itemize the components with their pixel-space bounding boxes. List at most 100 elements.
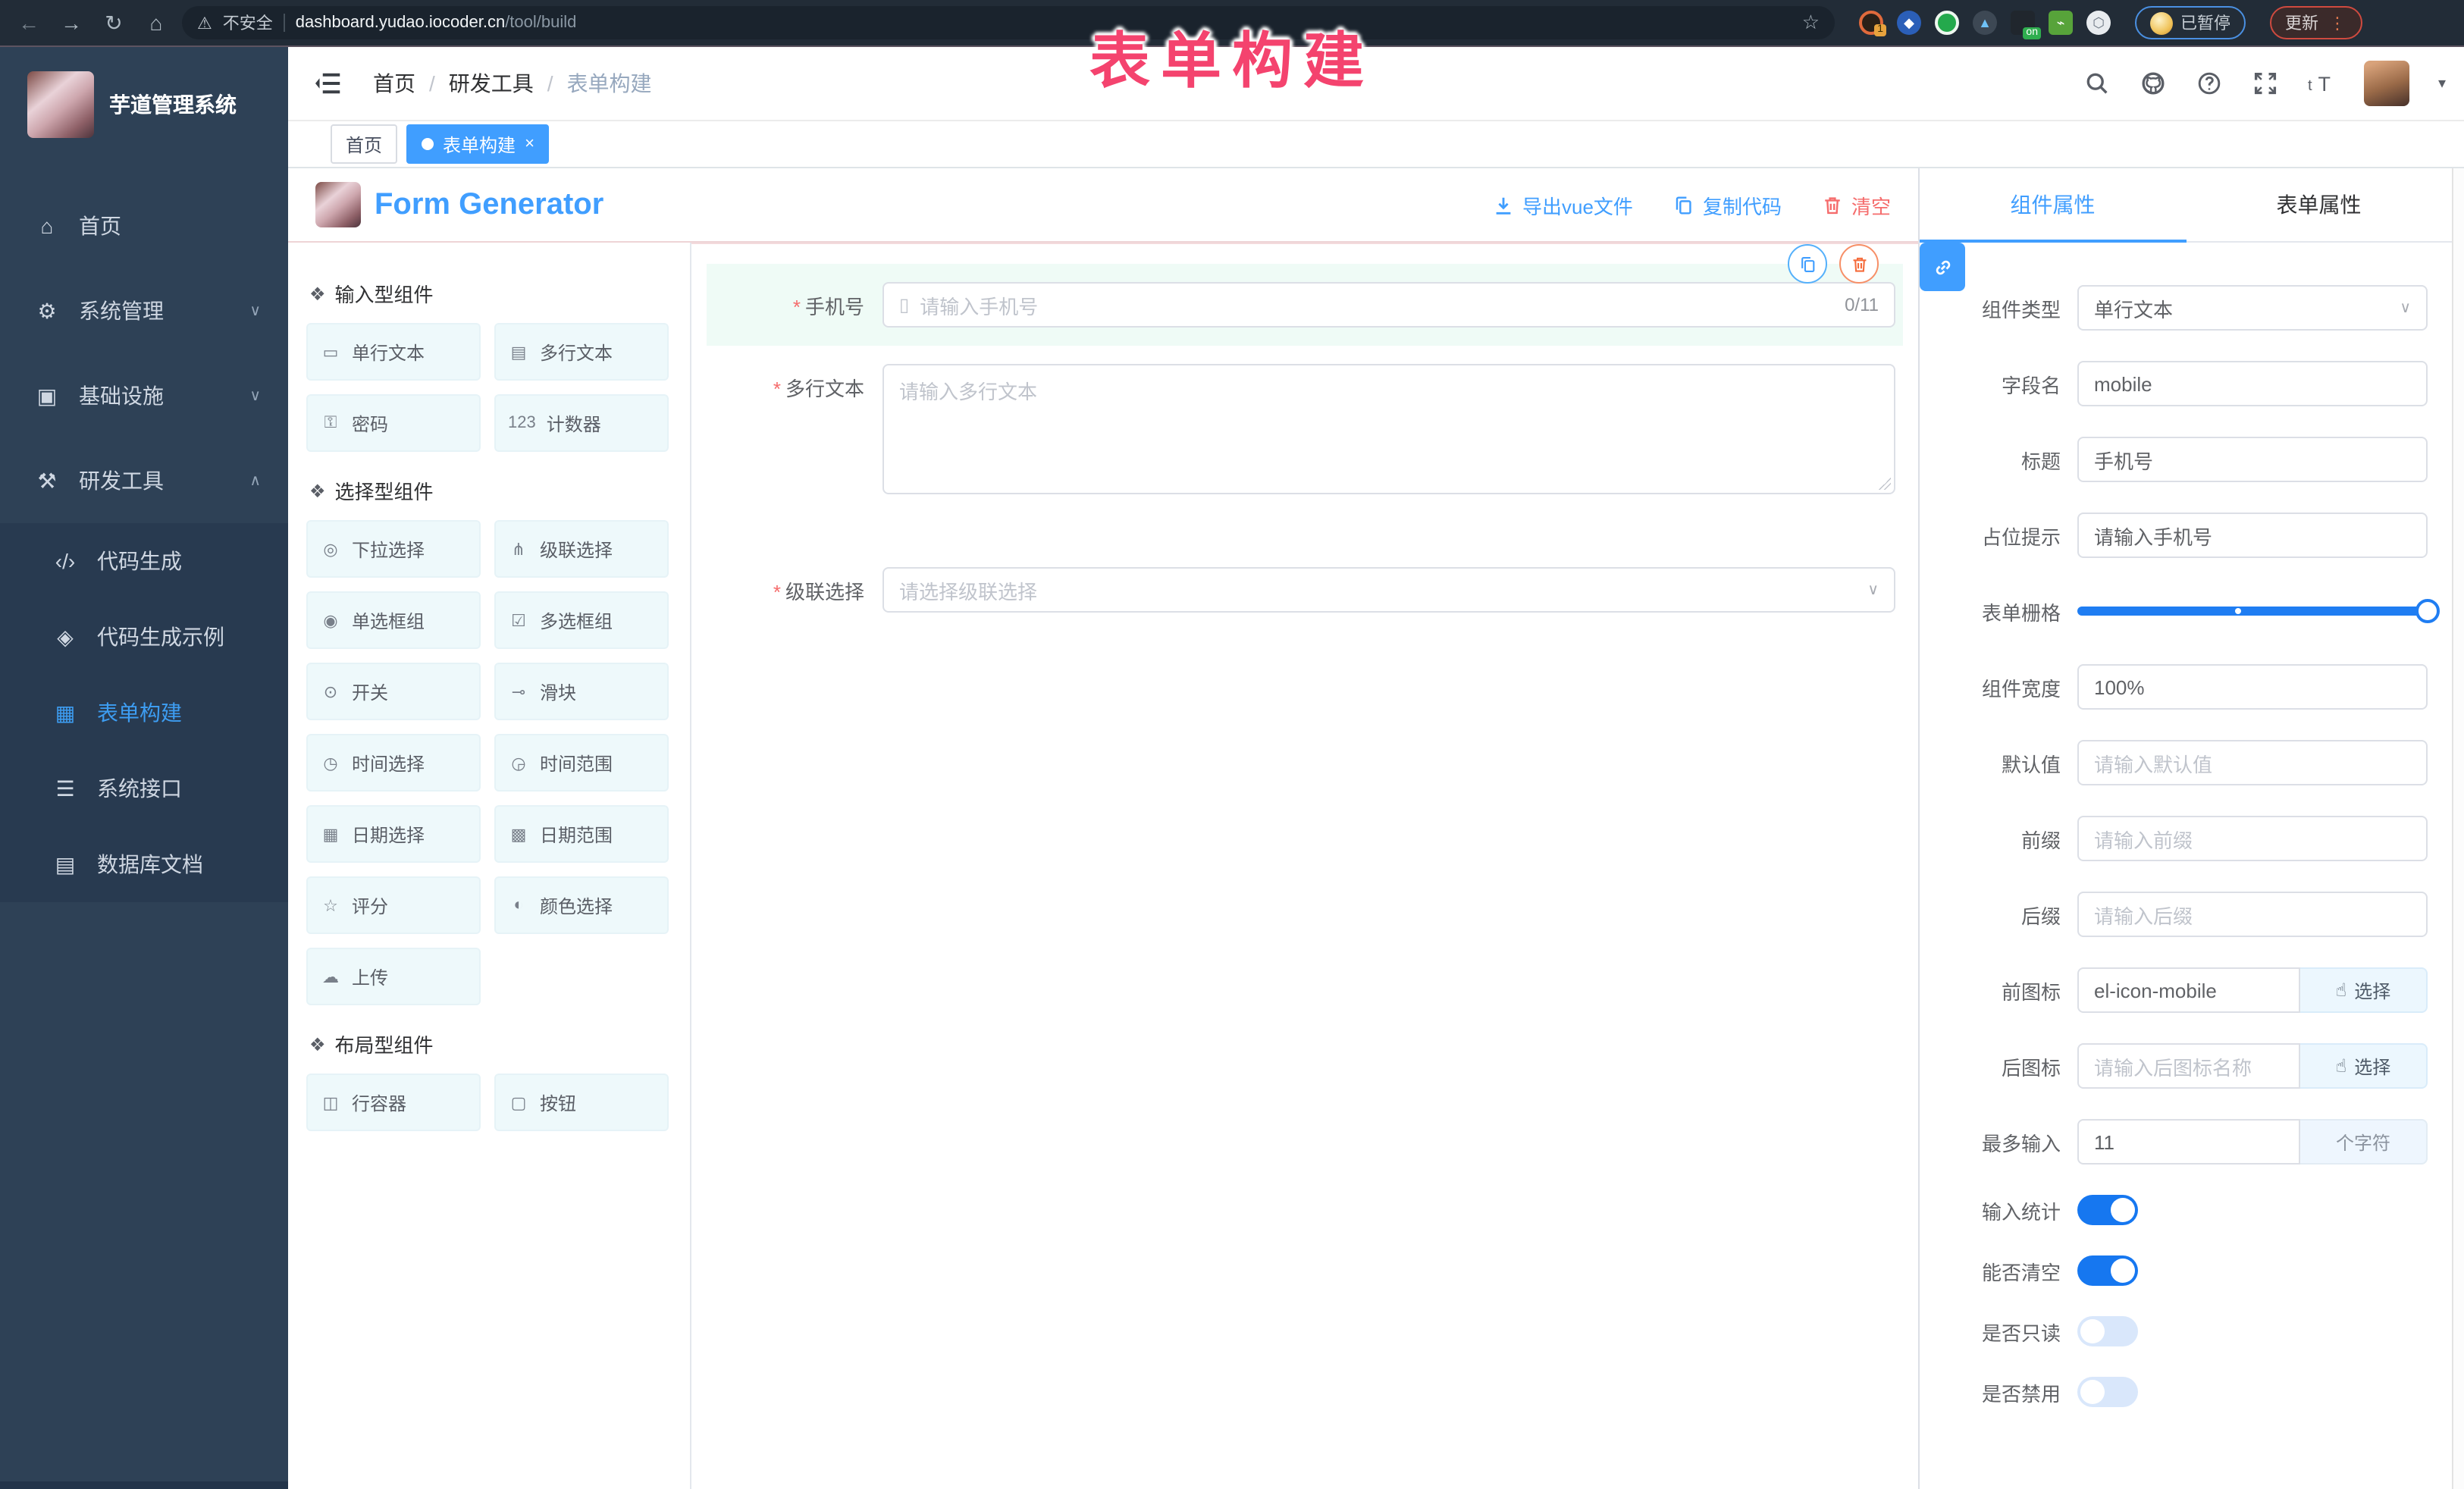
sidebar-item-code-generation[interactable]: ‹/›代码生成: [0, 523, 288, 599]
palette-item-date-range[interactable]: ▩日期范围: [494, 805, 669, 863]
close-icon[interactable]: ×: [525, 135, 534, 153]
sidebar-item-system-management[interactable]: ⚙系统管理∨: [0, 268, 288, 353]
scrollbar-track[interactable]: [2452, 243, 2464, 1489]
canvas-field-mobile[interactable]: *手机号▯请输入手机号0/11: [707, 264, 1903, 346]
date-picker-icon: ▦: [320, 824, 341, 844]
browser-home-icon[interactable]: ⌂: [140, 11, 173, 35]
browser-menu-icon[interactable]: ⋮: [2329, 13, 2347, 33]
duplicate-field-button[interactable]: [1788, 244, 1827, 284]
palette-item-button[interactable]: ▢按钮: [494, 1074, 669, 1131]
select-input[interactable]: 请选择级联选择∨: [882, 567, 1895, 613]
user-avatar[interactable]: [2364, 61, 2409, 106]
extension-icon[interactable]: ⌁: [2049, 11, 2073, 35]
hamburger-icon[interactable]: [312, 68, 346, 99]
suffix-icon-input[interactable]: 请输入后图标名称: [2077, 1043, 2300, 1089]
link-icon[interactable]: [1920, 243, 1965, 291]
extension-icon[interactable]: ◆: [1897, 11, 1921, 35]
title-input[interactable]: 手机号: [2077, 437, 2428, 482]
component-width-input[interactable]: 100%: [2077, 664, 2428, 710]
delete-field-button[interactable]: [1839, 244, 1879, 284]
disabled-switch[interactable]: [2077, 1377, 2138, 1407]
suffix-input[interactable]: 请输入后缀: [2077, 892, 2428, 937]
form-grid-slider[interactable]: [2077, 588, 2428, 634]
extension-icon[interactable]: on: [2011, 11, 2035, 35]
tab-component-props[interactable]: 组件属性: [1920, 168, 2186, 241]
bookmark-star-icon[interactable]: ☆: [1802, 11, 1820, 35]
palette-item-cascader[interactable]: ⋔级联选择: [494, 520, 669, 578]
copy-code-button[interactable]: 复制代码: [1672, 190, 1782, 219]
palette-item-radio-group[interactable]: ◉单选框组: [306, 591, 481, 649]
update-button[interactable]: 更新 ⋮: [2270, 6, 2362, 39]
extension-icon[interactable]: 1: [1859, 11, 1883, 35]
prefix-input[interactable]: 请输入前缀: [2077, 816, 2428, 861]
upload-icon: ☁: [320, 967, 341, 986]
palette-item-color-picker[interactable]: ◐颜色选择: [494, 876, 669, 934]
palette-item-checkbox-group[interactable]: ☑多选框组: [494, 591, 669, 649]
palette-item-switch[interactable]: ⊙开关: [306, 663, 481, 720]
extension-icon[interactable]: ▲: [1973, 11, 1997, 35]
canvas-field-textarea-field[interactable]: *多行文本请输入多行文本: [707, 346, 1903, 513]
sidebar-logo[interactable]: 芋道管理系统: [0, 47, 288, 162]
palette-item-time-range[interactable]: ◶时间范围: [494, 734, 669, 792]
fontsize-icon[interactable]: tT: [2308, 70, 2335, 97]
suffix-icon-pick-button[interactable]: ☝选择: [2300, 1043, 2428, 1089]
home-icon: ⌂: [33, 214, 61, 238]
fullscreen-icon[interactable]: [2252, 70, 2279, 97]
field-name-input[interactable]: mobile: [2077, 361, 2428, 406]
tab-form-props[interactable]: 表单属性: [2186, 168, 2452, 241]
text-input[interactable]: ▯请输入手机号0/11: [882, 282, 1895, 328]
palette-item-date-picker[interactable]: ▦日期选择: [306, 805, 481, 863]
sidebar-item-db-docs[interactable]: ▤数据库文档: [0, 826, 288, 902]
max-length-input[interactable]: 11: [2077, 1119, 2300, 1165]
prefix-icon-pick-button[interactable]: ☝选择: [2300, 967, 2428, 1013]
page-tab-form-builder[interactable]: 表单构建×: [406, 124, 550, 164]
textarea-input[interactable]: 请输入多行文本: [882, 364, 1895, 494]
palette-item-counter[interactable]: 123计数器: [494, 394, 669, 452]
profile-paused-pill[interactable]: 已暂停: [2135, 6, 2246, 39]
palette-item-password[interactable]: ⚿密码: [306, 394, 481, 452]
palette-item-upload[interactable]: ☁上传: [306, 948, 481, 1005]
sidebar-item-home[interactable]: ⌂首页: [0, 183, 288, 268]
palette-item-row-container[interactable]: ◫行容器: [306, 1074, 481, 1131]
input-stats-switch[interactable]: [2077, 1195, 2138, 1225]
extension-icon[interactable]: [1935, 11, 1959, 35]
help-icon[interactable]: [2196, 70, 2223, 97]
component-type-select[interactable]: 单行文本∨: [2077, 285, 2428, 331]
slider-handle[interactable]: [2415, 599, 2440, 623]
sidebar-item-system-api[interactable]: ☰系统接口: [0, 751, 288, 826]
clearable-switch[interactable]: [2077, 1255, 2138, 1286]
palette-item-time-picker[interactable]: ◷时间选择: [306, 734, 481, 792]
browser-forward-icon[interactable]: →: [55, 11, 88, 35]
props-row-suffix-icon: 后图标请输入后图标名称☝选择: [1935, 1043, 2428, 1089]
default-value-input[interactable]: 请输入默认值: [2077, 740, 2428, 785]
clear-button[interactable]: 清空: [1821, 190, 1891, 219]
browser-reload-icon[interactable]: ↻: [97, 10, 130, 36]
prefix-icon-input[interactable]: el-icon-mobile: [2077, 967, 2300, 1013]
browser-back-icon[interactable]: ←: [12, 11, 45, 35]
palette-item-multi-line-text[interactable]: ▤多行文本: [494, 323, 669, 381]
extensions-puzzle-icon[interactable]: ⬡: [2086, 11, 2111, 35]
scrollbar-track[interactable]: [2452, 168, 2464, 243]
github-icon[interactable]: [2140, 70, 2167, 97]
breadcrumb-item[interactable]: 研发工具: [449, 68, 534, 99]
chevron-down-icon[interactable]: ▾: [2438, 75, 2446, 92]
input-value: 11: [2094, 1130, 2114, 1153]
address-bar[interactable]: ⚠ 不安全 dashboard.yudao.iocoder.cn/tool/bu…: [182, 6, 1835, 39]
canvas-field-cascader-field[interactable]: *级联选择请选择级联选择∨: [707, 549, 1903, 631]
palette-item-dropdown-select[interactable]: ◎下拉选择: [306, 520, 481, 578]
sidebar-item-code-gen-example[interactable]: ◈代码生成示例: [0, 599, 288, 675]
readonly-switch[interactable]: [2077, 1316, 2138, 1346]
placeholder-hint-input[interactable]: 请输入手机号: [2077, 513, 2428, 558]
sidebar-item-form-builder[interactable]: ▦表单构建: [0, 675, 288, 751]
breadcrumb-item[interactable]: 首页: [373, 68, 415, 99]
palette-item-rate[interactable]: ☆评分: [306, 876, 481, 934]
sidebar-item-infrastructure[interactable]: ▣基础设施∨: [0, 353, 288, 438]
page-tab-home[interactable]: 首页: [331, 124, 397, 164]
search-icon[interactable]: [2083, 70, 2111, 97]
action-label: 导出vue文件: [1522, 190, 1633, 219]
form-canvas[interactable]: *手机号▯请输入手机号0/11*多行文本请输入多行文本 *级联选择请选择级联选择∨: [691, 243, 1918, 1489]
palette-item-slider[interactable]: ⊸滑块: [494, 663, 669, 720]
sidebar-item-dev-tools[interactable]: ⚒研发工具∧: [0, 438, 288, 523]
palette-item-single-line-text[interactable]: ▭单行文本: [306, 323, 481, 381]
export-vue-button[interactable]: 导出vue文件: [1492, 190, 1633, 219]
